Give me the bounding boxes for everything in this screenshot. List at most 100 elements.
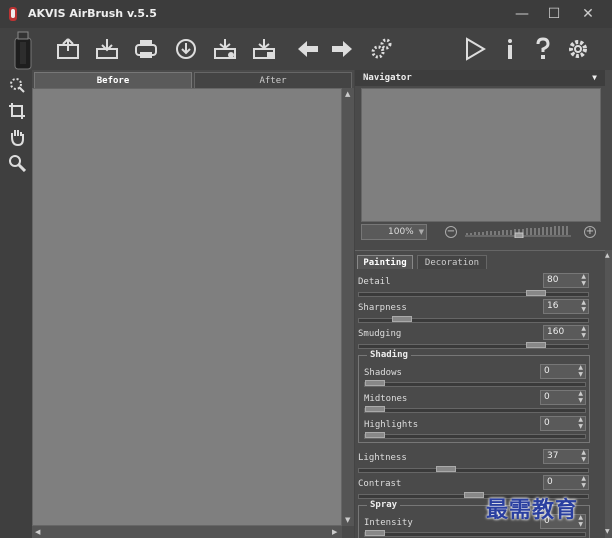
open-button[interactable] <box>55 36 81 62</box>
slider-thumb[interactable] <box>464 492 484 498</box>
run-button[interactable] <box>462 36 488 62</box>
slider-thumb[interactable] <box>392 316 412 322</box>
settings-scrollbar[interactable]: ▲ ▼ <box>605 250 612 538</box>
zoom-out-icon[interactable]: − <box>445 226 457 238</box>
image-canvas[interactable] <box>32 88 342 526</box>
smudging-stepper[interactable]: 160 ▲ ▼ <box>543 325 589 340</box>
zoom-icon[interactable] <box>8 154 26 172</box>
lightness-slider[interactable] <box>358 466 589 473</box>
run-icon <box>466 37 486 61</box>
highlights-slider[interactable] <box>364 432 586 439</box>
detail-stepper[interactable]: 80 ▲ ▼ <box>543 273 589 288</box>
batch-button[interactable] <box>212 36 238 62</box>
stepper-arrows-icon[interactable]: ▲ ▼ <box>578 514 583 528</box>
toolbar <box>0 28 612 70</box>
retouch-icon[interactable] <box>8 76 26 94</box>
stepper-arrows-icon[interactable]: ▲ ▼ <box>578 364 583 378</box>
intensity-slider[interactable] <box>364 530 586 537</box>
shadows-value: 0 <box>544 366 550 376</box>
scroll-up-icon[interactable]: ▲ <box>345 90 350 98</box>
tools-panel <box>0 70 32 538</box>
scroll-down-icon[interactable]: ▼ <box>605 528 610 535</box>
slider-thumb[interactable] <box>526 290 546 296</box>
scroll-right-icon[interactable]: ▶ <box>332 528 337 536</box>
param-label-lightness: Lightness <box>358 453 407 463</box>
detail-slider[interactable] <box>358 290 589 297</box>
scroll-left-icon[interactable]: ◀ <box>35 528 40 536</box>
undo-button[interactable] <box>295 36 321 62</box>
help-button[interactable] <box>530 36 556 62</box>
horizontal-scrollbar[interactable]: ◀ ▶ <box>32 526 342 538</box>
crop-icon[interactable] <box>8 102 26 120</box>
save-button[interactable] <box>94 36 120 62</box>
stepper-arrows-icon[interactable]: ▲ ▼ <box>581 299 586 313</box>
slider-thumb[interactable] <box>365 432 385 438</box>
hand-icon[interactable] <box>8 128 26 146</box>
window-title: AKVIS AirBrush v.5.5 <box>28 7 157 20</box>
smudging-slider[interactable] <box>358 342 589 349</box>
param-label-detail: Detail <box>358 277 391 287</box>
stepper-arrows-icon[interactable]: ▲ ▼ <box>578 390 583 404</box>
midtones-value: 0 <box>544 392 550 402</box>
settings-gear-button[interactable] <box>368 36 394 62</box>
slider-thumb[interactable] <box>365 406 385 412</box>
shading-title: Shading <box>367 350 411 360</box>
param-label-shadows: Shadows <box>364 368 402 378</box>
redo-button[interactable] <box>329 36 355 62</box>
stepper-arrows-icon[interactable]: ▲ ▼ <box>578 416 583 430</box>
print-icon <box>135 40 157 58</box>
plugin-icon <box>253 39 275 59</box>
close-button[interactable]: ✕ <box>574 3 602 25</box>
scroll-down-icon[interactable]: ▼ <box>345 516 350 524</box>
help-icon <box>536 37 550 59</box>
plugin-button[interactable] <box>251 36 277 62</box>
zoom-slider[interactable] <box>463 226 573 238</box>
minimize-button[interactable]: — <box>508 3 536 25</box>
preferences-button[interactable] <box>565 36 591 62</box>
smudging-value: 160 <box>547 327 565 337</box>
stepper-arrows-icon[interactable]: ▲ ▼ <box>581 475 586 489</box>
sharpness-slider[interactable] <box>358 316 589 323</box>
stepper-arrows-icon[interactable]: ▲ ▼ <box>581 449 586 463</box>
scroll-up-icon[interactable]: ▲ <box>605 252 610 259</box>
slider-thumb[interactable] <box>436 466 456 472</box>
midtones-slider[interactable] <box>364 406 586 413</box>
preferences-icon <box>569 40 587 58</box>
slider-thumb[interactable] <box>526 342 546 348</box>
slider-thumb[interactable] <box>365 530 385 536</box>
stepper-arrows-icon[interactable]: ▲ ▼ <box>581 273 586 287</box>
tab-after[interactable]: After <box>194 72 352 88</box>
detail-value: 80 <box>547 275 559 285</box>
info-button[interactable] <box>497 36 523 62</box>
open-icon <box>57 38 79 59</box>
maximize-button[interactable]: ☐ <box>540 3 568 25</box>
param-label-intensity: Intensity <box>364 518 413 528</box>
print-button[interactable] <box>133 36 159 62</box>
vertical-scrollbar[interactable]: ▲ ▼ <box>342 88 354 526</box>
akvis-logo-icon <box>9 7 17 21</box>
chevron-down-icon[interactable]: ▼ <box>592 70 597 86</box>
tab-painting[interactable]: Painting <box>357 255 413 269</box>
highlights-stepper[interactable]: 0 ▲ ▼ <box>540 416 586 431</box>
slider-thumb[interactable] <box>365 380 385 386</box>
shadows-slider[interactable] <box>364 380 586 387</box>
title-bar: AKVIS AirBrush v.5.5 — ☐ ✕ <box>0 0 612 28</box>
zoom-in-icon[interactable]: + <box>584 226 596 238</box>
share-icon <box>176 39 196 59</box>
right-panel: Navigator ▼ 100% ▼ − + Painting Decorati… <box>355 70 612 538</box>
sharpness-stepper[interactable]: 16 ▲ ▼ <box>543 299 589 314</box>
zoom-select[interactable]: 100% ▼ <box>361 224 427 240</box>
tab-decoration[interactable]: Decoration <box>417 255 487 269</box>
midtones-stepper[interactable]: 0 ▲ ▼ <box>540 390 586 405</box>
watermark-logo: 最需教育 <box>486 498 579 523</box>
info-icon <box>508 39 512 59</box>
navigator-preview[interactable] <box>361 88 601 222</box>
contrast-stepper[interactable]: 0 ▲ ▼ <box>543 475 589 490</box>
tab-before[interactable]: Before <box>34 72 192 88</box>
settings-gear-icon <box>371 38 392 59</box>
stepper-arrows-icon[interactable]: ▲ ▼ <box>581 325 586 339</box>
zoom-value: 100% <box>388 227 414 237</box>
shadows-stepper[interactable]: 0 ▲ ▼ <box>540 364 586 379</box>
lightness-stepper[interactable]: 37 ▲ ▼ <box>543 449 589 464</box>
share-button[interactable] <box>173 36 199 62</box>
